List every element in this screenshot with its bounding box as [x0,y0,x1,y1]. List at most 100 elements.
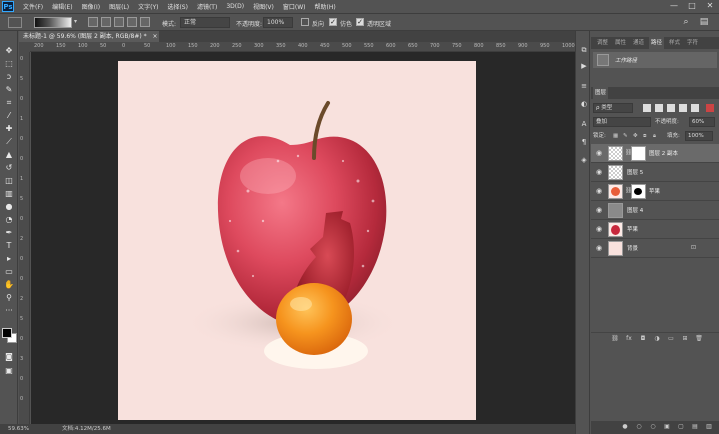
healing-tool-icon[interactable]: ✚ [3,123,15,134]
close-icon[interactable]: × [153,33,158,40]
actions-panel-icon[interactable]: ▶ [579,61,589,71]
angle-gradient-button[interactable] [114,17,124,27]
tab-styles[interactable]: 样式 [669,37,680,49]
history-panel-icon[interactable]: ⧉ [579,45,589,55]
menu-help[interactable]: 帮助(H) [315,2,336,11]
tray-icon-2[interactable]: ○ [635,423,643,431]
history-brush-icon[interactable]: ↺ [3,162,15,173]
pen-tool-icon[interactable]: ✒ [3,227,15,238]
layer-opacity-input[interactable]: 60% [689,117,715,127]
layer-name[interactable]: 苹果 [627,225,638,233]
tab-layers[interactable]: 图层 [593,87,609,99]
adjustment-layer-icon[interactable]: ◑ [653,335,661,343]
menu-window[interactable]: 窗口(W) [283,2,306,11]
dither-checkbox[interactable]: ✓ [329,18,337,26]
marquee-tool-icon[interactable]: ⬚ [3,58,15,69]
type-tool-icon[interactable]: T [3,240,15,251]
close-window-button[interactable]: ✕ [705,1,715,11]
layer-row[interactable]: ◉ 图层 5 [591,163,719,182]
tray-icon-4[interactable]: ▣ [663,423,671,431]
layer-row[interactable]: ◉ 背景 ⊡ [591,239,719,258]
zoom-tool-icon[interactable]: ⚲ [3,292,15,303]
path-select-tool-icon[interactable]: ▸ [3,253,15,264]
link-layers-icon[interactable]: ⛓ [611,335,619,343]
foreground-color[interactable] [2,328,12,338]
document-tab[interactable]: 未标题-1 @ 59.6% (图层 2 副本, RGB/8#) * × [19,31,159,42]
more-tools-icon[interactable]: ··· [3,305,15,316]
menu-type[interactable]: 文字(Y) [138,2,158,11]
tray-icon-3[interactable]: ○ [649,423,657,431]
eraser-tool-icon[interactable]: ◫ [3,175,15,186]
menu-file[interactable]: 文件(F) [23,2,43,11]
tab-channels[interactable]: 通道 [633,37,644,49]
tray-icon-7[interactable]: ▥ [705,423,713,431]
layer-mask-thumbnail[interactable] [631,146,646,161]
eye-icon[interactable]: ◉ [595,225,603,233]
layer-row[interactable]: ◉ 苹果 [591,220,719,239]
lock-position-icon[interactable]: ✥ [633,131,638,142]
tool-preset-picker[interactable] [8,17,22,28]
menu-filter[interactable]: 滤镜(T) [197,2,217,11]
minimize-button[interactable]: — [669,1,679,11]
type-filter-button[interactable] [667,104,675,112]
move-tool-icon[interactable]: ✥ [3,45,15,56]
menu-layer[interactable]: 图层(L) [109,2,129,11]
menu-image[interactable]: 图像(I) [82,2,100,11]
workspace-icon[interactable]: ▤ [698,16,710,28]
eye-icon[interactable]: ◉ [595,206,603,214]
search-icon[interactable]: ⌕ [680,16,692,28]
quick-mask-icon[interactable]: ◙ [3,351,15,362]
menu-3d[interactable]: 3D(D) [226,3,244,10]
fx-icon[interactable]: fx [625,335,633,343]
trash-icon[interactable]: 🗑︎ [695,335,703,343]
tray-icon-6[interactable]: ▤ [691,423,699,431]
character-panel-icon[interactable]: A [579,119,589,129]
reflected-gradient-button[interactable] [127,17,137,27]
layer-name[interactable]: 图层 5 [627,168,643,176]
blur-tool-icon[interactable]: ● [3,201,15,212]
kind-filter-select[interactable]: ρ 类型 [593,103,633,113]
eye-icon[interactable]: ◉ [595,244,603,252]
lock-all-icon[interactable]: 🔒︎ [653,131,656,142]
transparency-checkbox[interactable]: ✓ [356,18,364,26]
new-group-icon[interactable]: ▭ [667,335,675,343]
gradient-tool-icon[interactable]: ▥ [3,188,15,199]
eye-icon[interactable]: ◉ [595,149,603,157]
layer-name[interactable]: 背景 [627,244,638,252]
layer-name[interactable]: 图层 2 副本 [649,149,678,157]
tab-properties[interactable]: 属性 [615,37,626,49]
eye-icon[interactable]: ◉ [595,168,603,176]
eye-icon[interactable]: ◉ [595,187,603,195]
menu-view[interactable]: 视图(V) [253,2,274,11]
layer-name[interactable]: 苹果 [649,187,660,195]
lasso-tool-icon[interactable]: ↄ [3,71,15,82]
hand-tool-icon[interactable]: ✋ [3,279,15,290]
chevron-down-icon[interactable]: ▾ [74,18,77,25]
color-swatches[interactable] [2,328,18,344]
tray-icon-5[interactable]: ▢ [677,423,685,431]
tray-icon-1[interactable]: ● [621,423,629,431]
linear-gradient-button[interactable] [88,17,98,27]
mode-select[interactable]: 正常 [180,17,230,28]
diamond-gradient-button[interactable] [140,17,150,27]
crop-tool-icon[interactable]: ⌗ [3,97,15,108]
reverse-checkbox[interactable] [301,18,309,26]
lock-transparent-icon[interactable]: ▦ [613,131,618,142]
lock-artboard-icon[interactable]: ⧈ [643,131,647,142]
layer-row[interactable]: ◉ ⛓ 苹果 [591,182,719,201]
layer-row[interactable]: ◉ ⛓ 图层 2 副本 [591,144,719,163]
quick-select-tool-icon[interactable]: ✎ [3,84,15,95]
document-canvas[interactable] [118,61,476,420]
smart-filter-button[interactable] [691,104,699,112]
menu-edit[interactable]: 编辑(E) [52,2,72,11]
fill-input[interactable]: 100% [685,131,713,141]
new-layer-icon[interactable]: ⊞ [681,335,689,343]
adjust-panel-icon[interactable]: ◐ [579,99,589,109]
radial-gradient-button[interactable] [101,17,111,27]
shape-filter-button[interactable] [679,104,687,112]
lock-pixels-icon[interactable]: ✎ [623,131,628,142]
layer-mask-thumbnail[interactable] [631,184,646,199]
adjustment-filter-button[interactable] [655,104,663,112]
pixel-filter-button[interactable] [643,104,651,112]
opacity-input[interactable]: 100% [263,17,293,28]
